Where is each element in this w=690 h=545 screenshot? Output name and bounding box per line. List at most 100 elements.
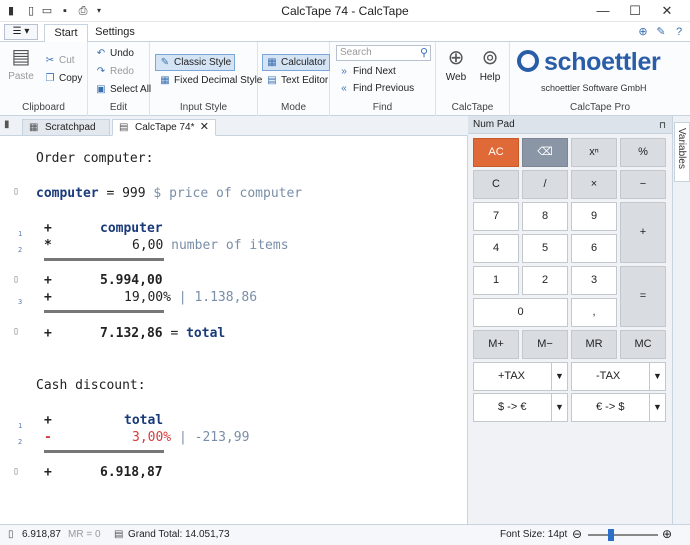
tax-plus-button[interactable]: +TAX ▼ <box>473 362 568 391</box>
ribbon: ▤ Paste ✂ Cut ❐ Copy Clipboard ↶ Undo ↷ Redo… <box>0 42 690 116</box>
find-next-button[interactable]: » Find Next <box>334 63 400 80</box>
mode-group: ▦ Calculator ▤ Text Editor Mode <box>258 42 332 116</box>
cut-label: Cut <box>59 55 75 66</box>
line-number: 1 <box>18 422 23 430</box>
line-number: 2 <box>18 438 23 446</box>
find-group-label: Find <box>372 102 393 113</box>
zoom-in-icon[interactable]: ⊕ <box>662 527 672 541</box>
key-6[interactable]: 6 <box>571 234 617 263</box>
key-percent[interactable]: % <box>620 138 666 167</box>
variable-name: computer <box>36 186 99 201</box>
cut-button[interactable]: ✂ Cut <box>40 52 79 69</box>
key-divide[interactable]: / <box>522 170 568 199</box>
line-value: 19,00% <box>124 290 171 305</box>
operator: + <box>44 273 52 288</box>
dropdown-arrow-icon[interactable]: ▼ <box>649 394 665 421</box>
memory-status: MR = 0 <box>68 529 101 540</box>
key-mc[interactable]: MC <box>620 330 666 359</box>
classic-style-label: Classic Style <box>174 57 232 68</box>
copy-line-icon[interactable]: ▯ <box>13 186 19 197</box>
tax-minus-button[interactable]: -TAX ▼ <box>571 362 666 391</box>
key-power[interactable]: xⁿ <box>571 138 617 167</box>
operator: + <box>44 290 52 305</box>
key-backspace[interactable]: ⌫ <box>522 138 568 167</box>
find-previous-button[interactable]: « Find Previous <box>334 80 418 97</box>
dropdown-arrow-icon[interactable]: ▼ <box>551 394 567 421</box>
search-placeholder: Search <box>340 47 372 58</box>
undo-button[interactable]: ↶ Undo <box>91 45 138 62</box>
line-gutter: ▯ 1 2 ▯ 3 ▯ 1 2 ▯ <box>0 136 30 524</box>
dropdown-arrow-icon[interactable]: ▼ <box>649 363 665 390</box>
key-c[interactable]: C <box>473 170 519 199</box>
minimize-button[interactable]: — <box>588 0 618 22</box>
status-bar: ▯ 6.918,87 MR = 0 ▤ Grand Total: 14.051,… <box>0 524 690 545</box>
key-7[interactable]: 7 <box>473 202 519 231</box>
select-all-button[interactable]: ▣ Select All <box>91 81 155 98</box>
mode-group-label: Mode <box>280 102 306 113</box>
key-2[interactable]: 2 <box>522 266 568 295</box>
dropdown-arrow-icon[interactable]: ▼ <box>551 363 567 390</box>
tab-start[interactable]: Start <box>44 24 88 43</box>
key-minus[interactable]: − <box>620 170 666 199</box>
pin-panel-icon[interactable]: ⊓ <box>659 116 666 134</box>
help-button[interactable]: ⊚ Help <box>476 47 504 83</box>
logo-text: schoettler <box>544 48 661 76</box>
close-tab-icon[interactable]: ✕ <box>200 120 209 135</box>
zoom-out-icon[interactable]: ⊖ <box>572 527 582 541</box>
tape-editor[interactable]: ▯ 1 2 ▯ 3 ▯ 1 2 ▯ Order computer: comput… <box>0 136 468 524</box>
text-editor-mode-button[interactable]: ▤ Text Editor <box>262 72 332 89</box>
copy-line-icon[interactable]: ▯ <box>13 274 19 285</box>
fixed-decimal-button[interactable]: ▦ Fixed Decimal Style <box>155 72 266 89</box>
font-size-slider-thumb[interactable] <box>608 529 614 541</box>
key-m-plus[interactable]: M+ <box>473 330 519 359</box>
key-1[interactable]: 1 <box>473 266 519 295</box>
key-m-minus[interactable]: M− <box>522 330 568 359</box>
variable-expression: = 999 <box>98 186 154 201</box>
help-label: Help <box>479 72 501 83</box>
font-size-slider[interactable] <box>588 534 658 536</box>
assign-operator: = <box>162 326 187 341</box>
web-button[interactable]: ⊕ Web <box>442 47 470 83</box>
maximize-button[interactable]: ☐ <box>620 0 650 22</box>
usd-to-eur-button[interactable]: $ -> € ▼ <box>473 393 568 422</box>
help-icon[interactable]: ? <box>672 25 686 39</box>
key-9[interactable]: 9 <box>571 202 617 231</box>
file-menu-button[interactable]: ☰ ▾ <box>4 24 38 40</box>
tab-scroll-icon[interactable]: ▮ <box>4 119 10 130</box>
key-ac[interactable]: AC <box>473 138 519 167</box>
schoettler-logo[interactable]: schoettler <box>517 48 661 77</box>
search-input[interactable]: Search ⚲ <box>336 45 431 61</box>
close-button[interactable]: ✕ <box>652 0 682 22</box>
key-3[interactable]: 3 <box>571 266 617 295</box>
eur-to-usd-button[interactable]: € -> $ ▼ <box>571 393 666 422</box>
copy-button[interactable]: ❐ Copy <box>40 70 86 87</box>
key-4[interactable]: 4 <box>473 234 519 263</box>
copy-line-icon[interactable]: ▯ <box>13 466 19 477</box>
key-5[interactable]: 5 <box>522 234 568 263</box>
tab-settings[interactable]: Settings <box>92 24 138 43</box>
key-plus[interactable]: + <box>620 202 666 263</box>
tab-scratchpad[interactable]: ▦ Scratchpad <box>22 119 110 136</box>
update-icon[interactable]: ⊕ <box>636 25 650 39</box>
num-pad-header: Num Pad ⊓ <box>468 116 672 134</box>
pin-icon[interactable]: ✎ <box>654 25 668 39</box>
key-equals[interactable]: = <box>620 266 666 327</box>
line-comment: number of items <box>163 238 289 253</box>
value-icon: ▯ <box>8 529 14 540</box>
document-tabs: ▮ ▦ Scratchpad ▤ CalcTape 74* ✕ <box>0 116 468 136</box>
copy-line-icon[interactable]: ▯ <box>13 326 19 337</box>
subtotal-assign: 7.132,86 = total <box>100 326 225 341</box>
tab-calctape-74[interactable]: ▤ CalcTape 74* ✕ <box>112 119 216 136</box>
key-multiply[interactable]: × <box>571 170 617 199</box>
key-0[interactable]: 0 <box>473 298 568 327</box>
redo-button[interactable]: ↷ Redo <box>91 63 138 80</box>
key-8[interactable]: 8 <box>522 202 568 231</box>
tape-heading: Cash discount: <box>36 378 146 393</box>
classic-style-button[interactable]: ✎ Classic Style <box>155 54 236 71</box>
calculator-mode-button[interactable]: ▦ Calculator <box>262 54 331 71</box>
key-decimal[interactable]: , <box>571 298 617 327</box>
edit-group-label: Edit <box>109 102 128 113</box>
key-mr[interactable]: MR <box>571 330 617 359</box>
variable-definition: computer = 999 $ price of computer <box>36 186 302 201</box>
paste-button[interactable]: ▤ Paste <box>6 46 36 82</box>
